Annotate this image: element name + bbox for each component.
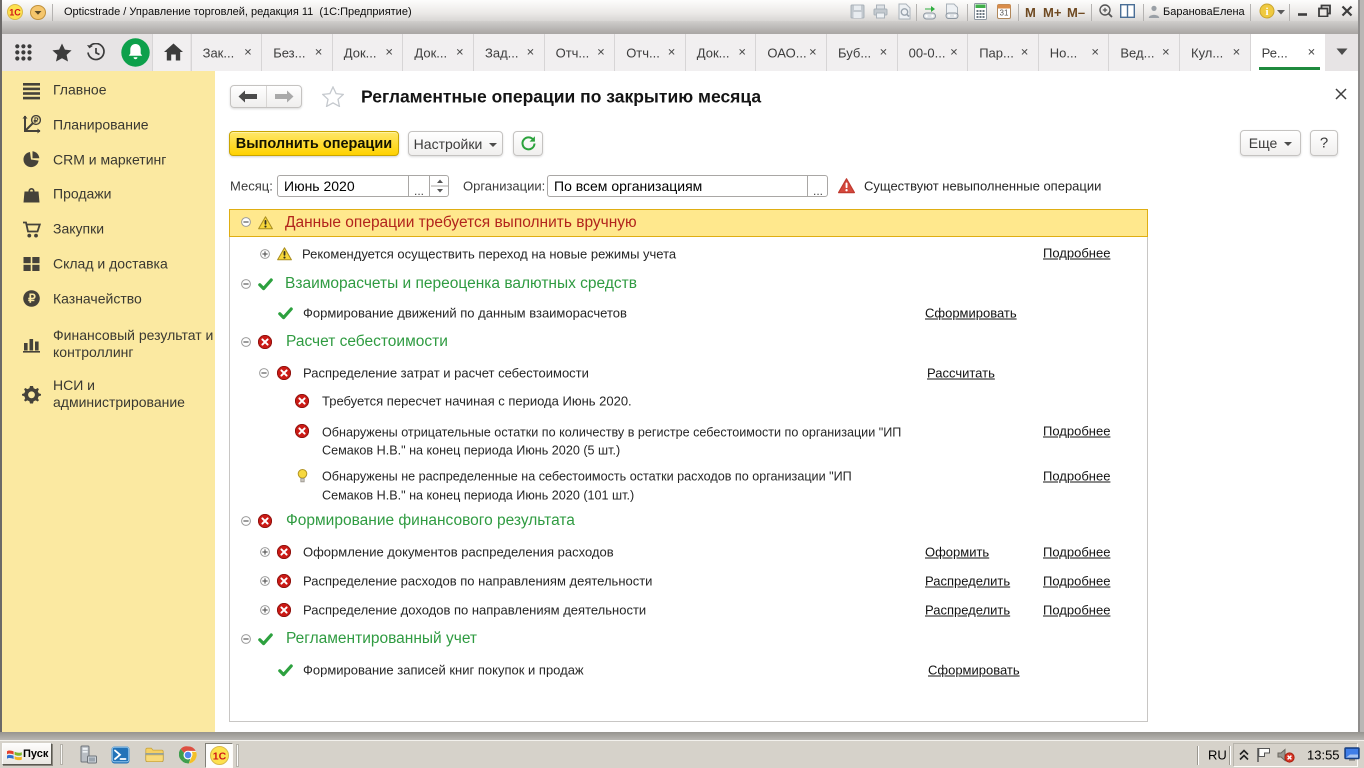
svg-text:31: 31 xyxy=(1000,9,1009,18)
svg-text:1C: 1C xyxy=(213,751,227,763)
svg-text:₽: ₽ xyxy=(28,292,36,306)
svg-text:₽: ₽ xyxy=(34,116,39,125)
svg-text:1C: 1C xyxy=(9,8,21,18)
svg-text:i: i xyxy=(1265,6,1268,18)
